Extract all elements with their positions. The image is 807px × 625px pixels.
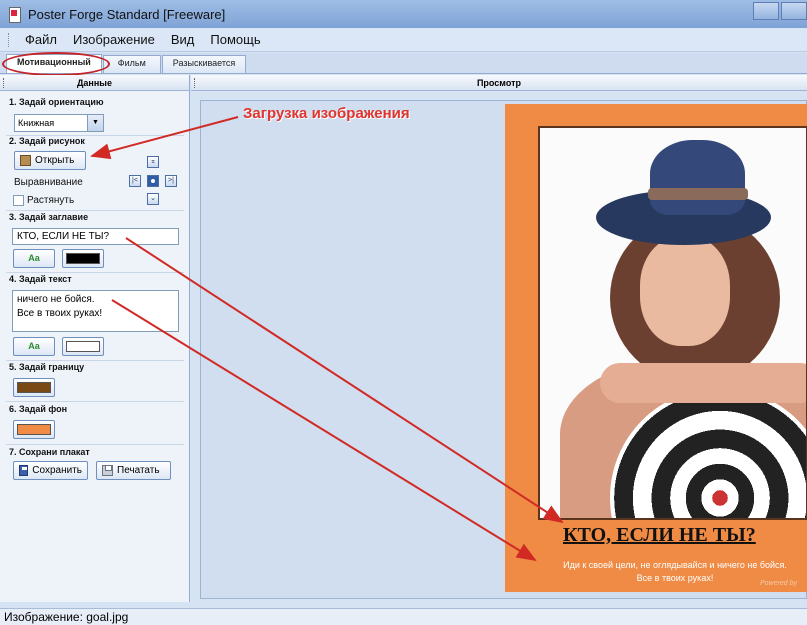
print-icon [102,465,113,476]
title-font-button[interactable]: Aa [13,249,55,268]
divider [6,360,184,361]
section-text-title: 4. Задай текст [9,274,72,284]
poster: КТО, ЕСЛИ НЕ ТЫ? Иди к своей цели, не ог… [505,104,807,592]
text-font-button[interactable]: Aa [13,337,55,356]
minimize-button[interactable] [753,2,779,20]
tab-wanted[interactable]: Разыскивается [161,55,247,73]
photo-hat-band [648,188,748,200]
preview-panel-title: Просмотр [476,78,522,88]
open-button[interactable]: Открыть [14,151,86,170]
divider [6,210,184,211]
section-save-title: 7. Сохрани плакат [9,447,90,457]
panel-grip [3,78,5,88]
maximize-button[interactable] [781,2,807,20]
photo-face [640,236,730,346]
poster-text-line1-preview: Иди к своей цели, не оглядывайся и ничег… [563,560,787,570]
menu-help[interactable]: Помощь [202,32,268,47]
align-top-button[interactable]: ⌅ [147,156,159,168]
section-border-title: 5. Задай границу [9,362,85,372]
stretch-checkbox[interactable] [13,195,24,206]
text-color-button[interactable] [62,337,104,356]
poster-credit: Powered by [760,580,797,587]
tab-highlight-circle [2,52,110,76]
preview-panel-header: Просмотр [191,75,807,91]
align-center-button[interactable] [147,175,159,187]
open-button-label: Открыть [35,155,75,166]
background-color-swatch [17,424,51,435]
text-color-swatch [66,341,100,352]
data-panel-title: Данные [77,78,112,88]
toolbar-grip [8,32,11,47]
align-left-button[interactable]: |< [129,175,141,187]
section-orientation-title: 1. Задай ориентацию [9,97,104,107]
divider [6,444,184,445]
window-title: Poster Forge Standard [Freeware] [28,6,226,22]
poster-title-input[interactable]: КТО, ЕСЛИ НЕ ТЫ? [12,228,179,245]
title-color-button[interactable] [62,249,104,268]
title-color-swatch [66,253,100,264]
poster-title: КТО, ЕСЛИ НЕ ТЫ? [563,524,756,546]
align-right-button[interactable]: >| [165,175,177,187]
menu-file[interactable]: Файл [17,32,65,47]
orientation-select[interactable]: Книжная ▼ [14,114,104,132]
menu-view[interactable]: Вид [163,32,203,47]
print-button[interactable]: Печатать [96,461,171,480]
chevron-down-icon[interactable]: ▼ [87,115,103,131]
align-bottom-button[interactable]: ⌄ [147,193,159,205]
tab-strip: Мотивационный Фильм Разыскивается [0,53,807,74]
print-button-label: Печатать [117,465,160,476]
background-color-button[interactable] [13,420,55,439]
border-color-button[interactable] [13,378,55,397]
annotation-label: Загрузка изображения [243,105,410,122]
app-icon [6,6,22,23]
save-button[interactable]: Сохранить [13,461,88,480]
data-panel-header: Данные [0,75,189,91]
title-bar: Poster Forge Standard [Freeware] [0,0,807,28]
poster-photo-frame [538,126,807,520]
save-button-label: Сохранить [32,465,82,476]
align-label: Выравнивание [14,177,83,188]
panel-grip [194,78,196,88]
stretch-label: Растянуть [27,195,75,206]
photo-hat-top [650,140,745,215]
data-panel: Данные 1. Задай ориентацию Книжная ▼ 2. … [0,75,190,602]
status-bar: Изображение: goal.jpg [0,608,807,625]
divider [6,401,184,402]
menu-bar: Файл Изображение Вид Помощь [0,28,807,52]
menu-image[interactable]: Изображение [65,32,163,47]
border-color-swatch [17,382,51,393]
section-title-title: 3. Задай заглавие [9,212,89,222]
poster-text-input[interactable]: ничего не бойся. Все в твоих руках! [12,290,179,332]
status-text: Изображение: goal.jpg [4,610,129,624]
orientation-value: Книжная [18,118,55,128]
poster-text-line1: ничего не бойся. [17,294,95,305]
open-image-icon [20,155,31,166]
section-background-title: 6. Задай фон [9,404,68,414]
poster-text-line2: Все в твоих руках! [17,308,103,319]
section-image-title: 2. Задай рисунок [9,136,85,146]
window-controls [753,2,807,20]
save-icon [19,465,29,476]
photo-arms [600,363,806,403]
tab-film[interactable]: Фильм [102,55,161,73]
divider [6,272,184,273]
